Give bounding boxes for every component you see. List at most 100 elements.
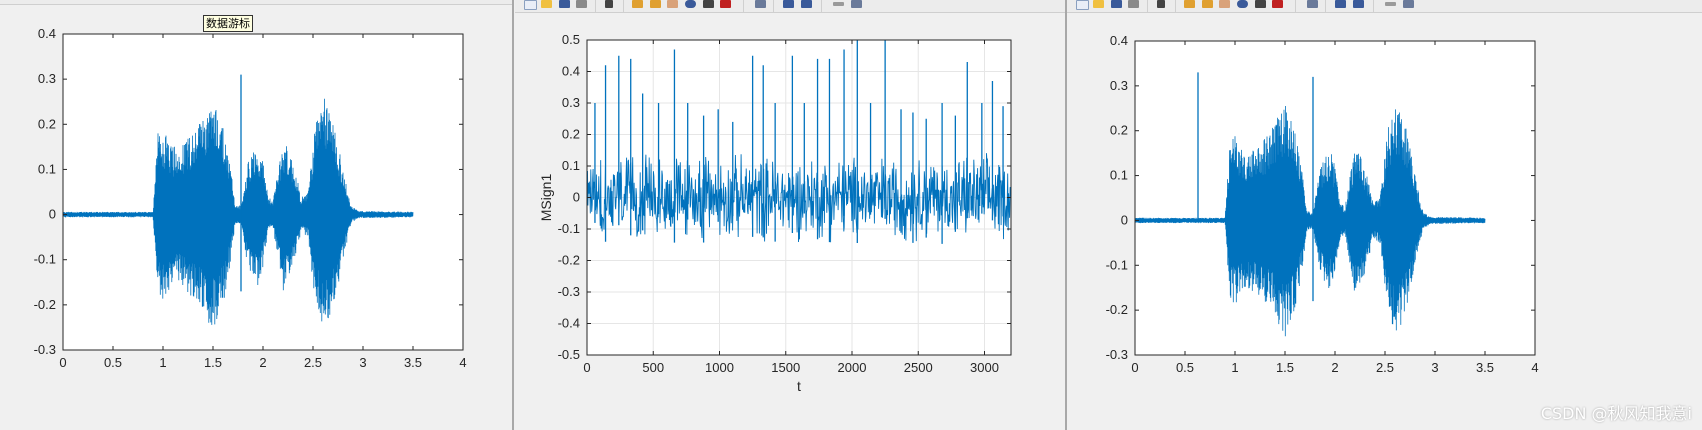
y-tick-label: -0.1 [1106,257,1128,272]
save-icon[interactable] [559,0,570,8]
brush-icon[interactable] [720,0,731,8]
pointer-icon[interactable] [1157,0,1165,8]
x-tick-label: 0 [583,360,590,375]
y-tick-label: -0.3 [558,284,580,299]
save-icon[interactable] [1111,0,1122,8]
y-tick-label: 0.5 [562,32,580,47]
x-tick-label: 4 [459,355,466,370]
x-tick-label: 2 [259,355,266,370]
insert-legend-icon[interactable] [801,0,812,8]
msign1-chart: 0 500 1000 1500 2000 2500 3000 -0.5 -0.4 -0.3 -0.2… [538,32,1012,394]
y-tick-label: 0 [49,207,56,222]
x-tick-label: 4 [1531,360,1538,375]
x-tick-label: 0 [59,355,66,370]
toolbar-separator [743,0,744,12]
y-tick-label: -0.2 [1106,302,1128,317]
insert-colorbar-icon[interactable] [783,0,794,8]
new-figure-icon[interactable] [1076,0,1089,10]
toolbar-separator [1325,0,1326,12]
figure-window-2: 0 500 1000 1500 2000 2500 3000 -0.5 -0.4 -0.3 -0.2… [515,0,1067,430]
x-tick-label: 500 [642,360,664,375]
y-tick-label: 0.3 [562,95,580,110]
y-tick-label: 0.4 [562,64,580,79]
watermark: CSDN @秋风知我意i [1540,404,1692,423]
y-axis-label: MSign1 [538,174,554,222]
y-tick-label: 0 [573,190,580,205]
x-tick-label: 2500 [904,360,933,375]
waveform-chart-1: 0 0.5 1 1.5 2 2.5 3 3.5 4 -0.3 -0.2 -0.1 0 0.1 0.2 0.3 0… [34,26,467,370]
x-tick-label: 2 [1331,360,1338,375]
toolbar-separator [1373,0,1374,12]
pan-icon[interactable] [1219,0,1230,8]
x-tick-label: 3.5 [1476,360,1494,375]
rotate-icon[interactable] [685,0,696,8]
print-icon[interactable] [576,0,587,8]
link-plot-icon[interactable] [755,0,766,8]
show-tools-icon[interactable] [1403,0,1414,8]
y-tick-label: 0.3 [38,71,56,86]
y-tick-label: 0.1 [1110,168,1128,183]
x-tick-label: 1500 [771,360,800,375]
pointer-icon[interactable] [605,0,613,8]
data-cursor-tooltip: 数据游标 [203,15,253,32]
zoom-in-icon[interactable] [1184,0,1195,8]
y-tick-label: -0.3 [1106,347,1128,362]
toolbar-separator [773,0,774,12]
x-tick-label: 2.5 [1376,360,1394,375]
y-tick-label: 0.1 [562,158,580,173]
insert-colorbar-icon[interactable] [1335,0,1346,8]
print-icon[interactable] [1128,0,1139,8]
x-tick-label: 0.5 [1176,360,1194,375]
x-tick-label: 3.5 [404,355,422,370]
y-tick-label: -0.1 [34,252,56,267]
y-tick-label: 0.4 [1110,33,1128,48]
x-tick-label: 3 [1431,360,1438,375]
x-tick-label: 0.5 [104,355,122,370]
y-tick-label: -0.4 [558,316,580,331]
x-tick-label: 1000 [705,360,734,375]
x-tick-label: 1 [159,355,166,370]
x-tick-label: 3000 [970,360,999,375]
toolbar-separator [595,0,596,12]
x-tick-label: 1.5 [204,355,222,370]
y-tick-label: -0.2 [558,253,580,268]
figure-toolbar-2 [515,0,1065,13]
figure-window-1: 0 0.5 1 1.5 2 2.5 3 3.5 4 -0.3 -0.2 -0.1 0 0.1 0.2 0.3 0… [0,0,514,430]
y-tick-label: -0.1 [558,221,580,236]
x-axis-label: t [797,378,801,394]
insert-legend-icon[interactable] [1353,0,1364,8]
y-tick-label: 0.2 [38,116,56,131]
link-plot-icon[interactable] [1307,0,1318,8]
toolbar-separator [1295,0,1296,12]
hide-tools-icon[interactable] [1385,2,1396,6]
hide-tools-icon[interactable] [833,2,844,6]
x-tick-label: 1 [1231,360,1238,375]
figure-window-3: 0 0.5 1 1.5 2 2.5 3 3.5 4 -0.3 -0.2 -0.1 0 0.1 0.2 0.3 0… [1067,0,1702,430]
pan-icon[interactable] [667,0,678,8]
zoom-out-icon[interactable] [650,0,661,8]
toolbar-separator [623,0,624,12]
y-tick-label: 0.4 [38,26,56,41]
show-tools-icon[interactable] [851,0,862,8]
y-tick-label: 0.2 [562,127,580,142]
y-tick-label: 0 [1121,212,1128,227]
data-cursor-icon[interactable] [1255,0,1266,8]
x-tick-label: 2000 [838,360,867,375]
zoom-in-icon[interactable] [632,0,643,8]
x-tick-label: 1.5 [1276,360,1294,375]
toolbar-separator [1147,0,1148,12]
data-cursor-icon[interactable] [703,0,714,8]
y-tick-label: -0.3 [34,342,56,357]
y-tick-label: 0.1 [38,161,56,176]
y-tick-label: 0.2 [1110,123,1128,138]
zoom-out-icon[interactable] [1202,0,1213,8]
open-file-icon[interactable] [1093,0,1104,8]
rotate-icon[interactable] [1237,0,1248,8]
brush-icon[interactable] [1272,0,1283,8]
y-tick-label: 0.3 [1110,78,1128,93]
figure-toolbar-3 [1067,0,1702,13]
x-tick-label: 2.5 [304,355,322,370]
y-tick-label: -0.2 [34,297,56,312]
toolbar-separator [821,0,822,12]
x-tick-label: 0 [1131,360,1138,375]
